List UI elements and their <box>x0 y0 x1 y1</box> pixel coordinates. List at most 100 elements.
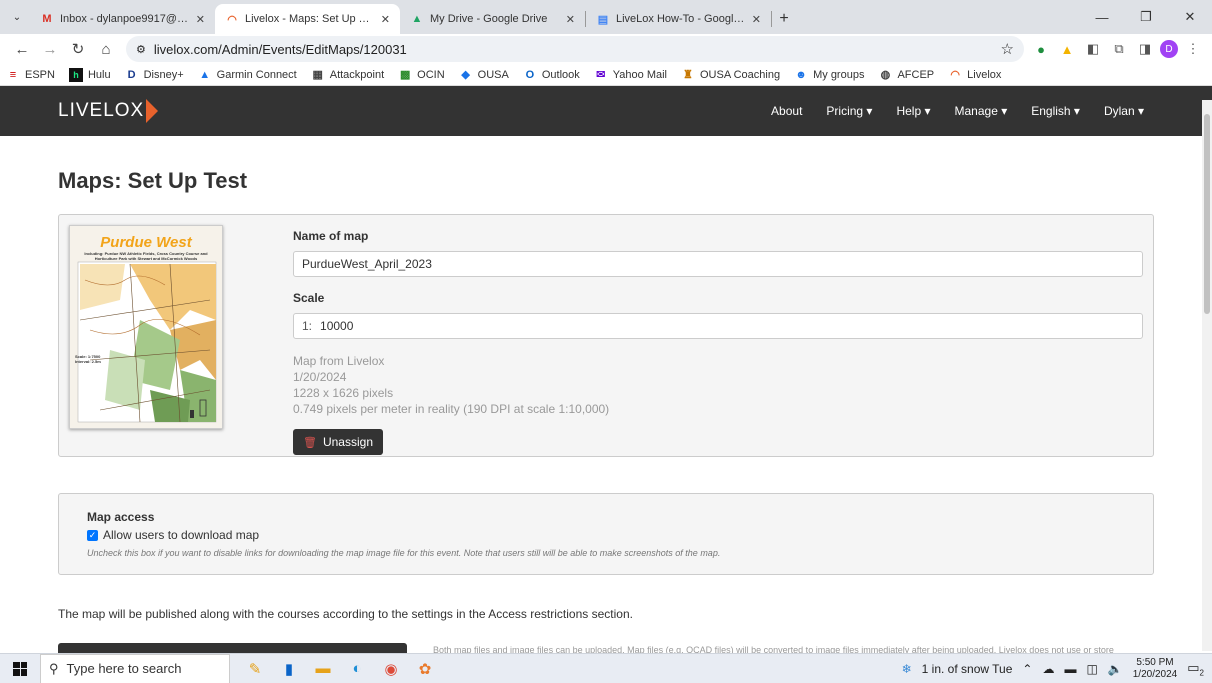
clock[interactable]: 5:50 PM 1/20/2024 <box>1133 657 1178 681</box>
notification-icon[interactable]: ▭2 <box>1187 660 1204 678</box>
reload-icon[interactable]: ↻ <box>64 35 92 63</box>
bookmark-yahoo-mail[interactable]: ✉ Yahoo Mail <box>594 68 667 82</box>
system-tray: ❄ 1 in. of snow Tue ⌃ ☁ ▬ ◫ 🔈 5:50 PM 1/… <box>902 657 1212 681</box>
volume-icon[interactable]: 🔈 <box>1108 662 1123 676</box>
weather-text[interactable]: 1 in. of snow Tue <box>922 662 1013 676</box>
minimize-icon[interactable]: — <box>1080 0 1124 34</box>
extension-icon[interactable]: ◧ <box>1082 38 1104 60</box>
address-bar[interactable]: ⚙ livelox.com/Admin/Events/EditMaps/1200… <box>126 36 1024 62</box>
scroll-thumb[interactable] <box>1204 114 1210 314</box>
globe-icon: ◍ <box>880 69 891 81</box>
menu-kebab-icon[interactable]: ⋮ <box>1182 38 1204 60</box>
home-icon[interactable]: ⌂ <box>92 35 120 63</box>
close-icon[interactable]: ✕ <box>752 13 761 26</box>
nav-help[interactable]: Help ▾ <box>896 104 930 118</box>
livelox-logo[interactable]: LIVELOX <box>58 99 159 123</box>
widgets-icon[interactable]: ✎ <box>244 658 266 680</box>
nav-manage[interactable]: Manage ▾ <box>955 104 1008 118</box>
site-info-icon[interactable]: ⚙ <box>136 43 146 56</box>
tab-google-drive[interactable]: ▲ My Drive - Google Drive ✕ <box>400 4 585 34</box>
map-thumbnail[interactable]: Purdue West Including: Purdue NW Athleti… <box>69 225 223 429</box>
map-access-panel: Map access ✓ Allow users to download map… <box>58 493 1154 575</box>
chrome-icon[interactable]: ◉ <box>380 658 402 680</box>
new-tab-button[interactable]: + <box>772 4 796 34</box>
trash-icon: 🗑 <box>303 436 317 449</box>
folder-icon[interactable]: ▬ <box>312 658 334 680</box>
browser-tab-bar: ⌄ M Inbox - dylanpoe9917@gmail.c ✕ ◠ Liv… <box>0 0 1212 34</box>
allow-download-label[interactable]: Allow users to download map <box>103 528 259 542</box>
tab-search-chevron-icon[interactable]: ⌄ <box>4 4 30 30</box>
tray-chevron-icon[interactable]: ⌃ <box>1022 662 1032 676</box>
map-access-title: Map access <box>87 510 155 524</box>
docs-icon: ▤ <box>597 13 609 26</box>
start-button[interactable] <box>0 661 40 676</box>
profile-avatar[interactable]: D <box>1160 40 1178 58</box>
allow-download-checkbox[interactable]: ✓ <box>87 529 98 541</box>
nav-language[interactable]: English ▾ <box>1031 104 1080 118</box>
tab-google-docs[interactable]: ▤ LiveLox How-To - Google Docs ✕ <box>586 4 771 34</box>
close-icon[interactable]: ✕ <box>566 13 575 26</box>
map-name-input[interactable]: PurdueWest_April_2023 <box>293 251 1143 277</box>
battery-icon[interactable]: ▬ <box>1064 662 1076 676</box>
weather-icon[interactable]: ❄ <box>902 662 912 676</box>
map-settings-panel: Purdue West Including: Purdue NW Athleti… <box>58 214 1154 457</box>
close-icon[interactable]: ✕ <box>381 13 390 26</box>
publish-note: The map will be published along with the… <box>58 607 633 621</box>
extension-check-icon[interactable]: ● <box>1030 38 1052 60</box>
nav-user[interactable]: Dylan ▾ <box>1104 104 1144 118</box>
tab-livelox[interactable]: ◠ Livelox - Maps: Set Up Test ✕ <box>215 4 400 34</box>
bookmark-ousa[interactable]: ◆ OUSA <box>459 68 508 82</box>
espn-icon: ≡ <box>9 68 17 81</box>
bookmark-garmin[interactable]: ▲ Garmin Connect <box>198 68 297 82</box>
bookmark-afcep[interactable]: ◍ AFCEP <box>878 68 935 82</box>
groups-icon: ☻ <box>795 68 807 81</box>
attackpoint-icon: ▦ <box>312 69 323 81</box>
scale-input[interactable]: 1: 10000 <box>293 313 1143 339</box>
back-icon[interactable]: ← <box>8 35 36 63</box>
ocin-icon: ▩ <box>399 69 411 81</box>
extensions-puzzle-icon[interactable]: ⧉ <box>1108 38 1130 60</box>
edge-icon[interactable]: ◐ <box>346 658 368 680</box>
bookmark-ocin[interactable]: ▩ OCIN <box>398 68 445 82</box>
bookmark-livelox[interactable]: ◠ Livelox <box>948 68 1001 82</box>
side-panel-icon[interactable]: ◨ <box>1134 38 1156 60</box>
logo-mark-icon <box>146 99 159 123</box>
disney-icon: D <box>127 68 136 81</box>
bookmark-ousa-coaching[interactable]: ♜ OUSA Coaching <box>681 68 780 82</box>
bookmark-attackpoint[interactable]: ▦ Attackpoint <box>311 68 385 82</box>
scale-label: Scale <box>293 291 325 305</box>
nav-pricing[interactable]: Pricing ▾ <box>826 104 872 118</box>
close-icon[interactable]: ✕ <box>196 13 205 26</box>
bookmark-star-icon[interactable]: ☆ <box>1001 40 1014 58</box>
livelox-icon: ◠ <box>227 13 237 26</box>
cloud-icon[interactable]: ☁ <box>1042 662 1054 676</box>
page-content: Maps: Set Up Test Purdue West Including:… <box>0 136 1212 668</box>
bookmark-espn[interactable]: ≡ ESPN <box>6 68 55 82</box>
extension-drive-icon[interactable]: ▲ <box>1056 38 1078 60</box>
page-scrollbar[interactable] <box>1202 100 1212 651</box>
hulu-icon: h <box>68 67 83 82</box>
gmail-icon: M <box>42 13 52 25</box>
main-nav: About Pricing ▾ Help ▾ Manage ▾ English … <box>771 104 1144 118</box>
network-icon[interactable]: ◫ <box>1086 662 1097 676</box>
page-title: Maps: Set Up Test <box>58 168 248 193</box>
ousa-coaching-icon: ♜ <box>683 69 693 81</box>
bookmark-my-groups[interactable]: ☻ My groups <box>794 68 864 82</box>
unassign-button[interactable]: 🗑 Unassign <box>293 429 383 455</box>
garmin-icon: ▲ <box>199 68 211 81</box>
yahoo-mail-icon: ✉ <box>596 69 606 81</box>
forward-icon[interactable]: → <box>36 35 64 63</box>
taskbar-search[interactable]: ⚲ Type here to search <box>40 653 230 683</box>
bookmark-disney[interactable]: D Disney+ <box>125 68 184 82</box>
nav-about[interactable]: About <box>771 104 802 118</box>
windows-taskbar: ⚲ Type here to search ✎ ▮ ▬ ◐ ◉ ✿ ❄ 1 in… <box>0 653 1212 683</box>
tab-gmail[interactable]: M Inbox - dylanpoe9917@gmail.c ✕ <box>30 4 215 34</box>
bookmark-hulu[interactable]: h Hulu <box>68 67 111 82</box>
app-icon[interactable]: ✿ <box>414 658 436 680</box>
bookmark-outlook[interactable]: O Outlook <box>523 68 580 82</box>
restore-icon[interactable]: ❐ <box>1124 0 1168 34</box>
download-hint: Uncheck this box if you want to disable … <box>87 548 721 558</box>
close-window-icon[interactable]: ✕ <box>1168 0 1212 34</box>
file-explorer-icon[interactable]: ▮ <box>278 658 300 680</box>
map-artwork <box>77 261 217 423</box>
